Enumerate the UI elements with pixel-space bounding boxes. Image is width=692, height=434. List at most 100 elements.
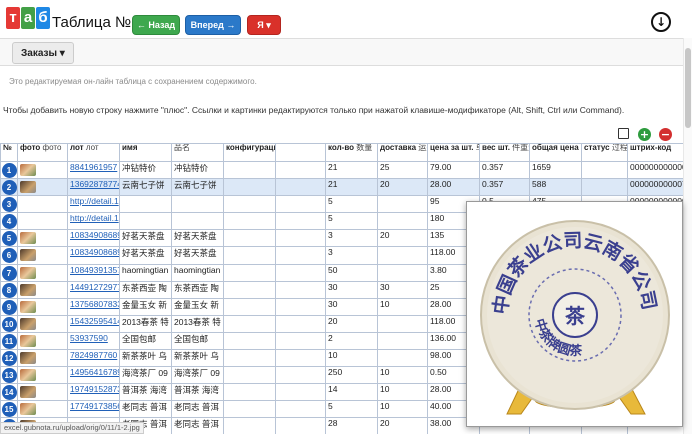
lot-link[interactable]: http://detail.1 <box>67 195 120 214</box>
product-thumbnail[interactable] <box>20 317 36 330</box>
row-number-badge[interactable]: 1 <box>1 163 17 178</box>
save-icon[interactable] <box>618 128 629 139</box>
scrollbar-thumb[interactable] <box>685 48 691 128</box>
blank-cell[interactable] <box>275 280 326 299</box>
back-button[interactable]: ← Назад <box>132 15 180 35</box>
price-cell[interactable]: 28.00 <box>427 178 480 197</box>
lot-link[interactable]: 13692878774 <box>67 178 120 197</box>
name-cn-cell[interactable]: 金量玉女 新 <box>171 297 224 316</box>
config-cell[interactable] <box>223 195 276 214</box>
lot-link[interactable]: 7824987760 <box>67 349 120 368</box>
product-thumbnail[interactable] <box>20 266 36 279</box>
user-menu-button[interactable]: Я ▾ <box>247 15 281 35</box>
col-header-qty[interactable]: кол-во 数量 <box>325 143 378 162</box>
lot-link[interactable]: 10834908689 <box>67 229 120 248</box>
name-cell[interactable]: 金量玉女 新 <box>119 297 172 316</box>
qty-cell[interactable]: 3 <box>325 229 378 248</box>
blank-cell[interactable] <box>275 331 326 351</box>
col-header-lot[interactable]: лот лот <box>67 143 120 162</box>
row-number-badge[interactable]: 5 <box>1 231 17 246</box>
product-thumbnail[interactable] <box>20 181 36 194</box>
name-cn-cell[interactable]: 全国包邮 <box>171 331 224 351</box>
blank-cell[interactable] <box>275 349 326 368</box>
config-cell[interactable] <box>223 246 276 265</box>
photo-cell[interactable] <box>17 263 68 282</box>
photo-cell[interactable] <box>17 195 68 214</box>
config-cell[interactable] <box>223 178 276 197</box>
delivery-cell[interactable]: 20 <box>377 417 428 434</box>
product-thumbnail[interactable] <box>20 232 36 245</box>
photo-cell[interactable] <box>17 280 68 299</box>
name-cell[interactable]: 2013春茶 特 <box>119 314 172 333</box>
table-row[interactable]: 2 13692878774 云南七子饼 云南七子饼 21 20 28.00 0.357 588 0… <box>0 178 683 197</box>
col-header-status[interactable]: статус 过程 <box>581 143 628 162</box>
row-number[interactable]: 13 <box>0 366 18 385</box>
photo-cell[interactable] <box>17 297 68 316</box>
lot-link[interactable]: 13756807833 <box>67 297 120 316</box>
delivery-cell[interactable] <box>377 331 428 351</box>
blank-cell[interactable] <box>275 246 326 265</box>
name-cell[interactable]: 好茗天茶盘 <box>119 246 172 265</box>
lot-link[interactable]: 14956416789 <box>67 366 120 385</box>
lot-link[interactable]: 19749152873 <box>67 383 120 402</box>
config-cell[interactable] <box>223 417 276 434</box>
col-header-barcode[interactable]: штрих-код <box>627 143 683 162</box>
name-cell[interactable]: 老同志 普洱 <box>119 400 172 419</box>
col-header-config[interactable]: конфигурация 規格 <box>223 143 276 162</box>
photo-cell[interactable] <box>17 349 68 368</box>
delivery-cell[interactable] <box>377 349 428 368</box>
config-cell[interactable] <box>223 400 276 419</box>
name-cn-cell[interactable] <box>171 212 224 231</box>
photo-cell[interactable] <box>17 400 68 419</box>
name-cn-cell[interactable]: 好茗天茶盘 <box>171 229 224 248</box>
name-cell[interactable]: 普洱茶 海湾 <box>119 383 172 402</box>
lot-link[interactable]: 10849391357 <box>67 263 120 282</box>
config-cell[interactable] <box>223 297 276 316</box>
product-thumbnail[interactable] <box>20 352 36 365</box>
blank-cell[interactable] <box>275 383 326 402</box>
page-scrollbar[interactable] <box>683 38 692 434</box>
product-thumbnail[interactable] <box>20 403 36 416</box>
qty-cell[interactable]: 20 <box>325 314 378 333</box>
qty-cell[interactable]: 250 <box>325 366 378 385</box>
row-number-badge[interactable]: 12 <box>1 351 17 366</box>
row-number[interactable]: 7 <box>0 263 18 282</box>
delivery-cell[interactable]: 30 <box>377 280 428 299</box>
name-cn-cell[interactable]: 老同志 普洱 <box>171 417 224 434</box>
name-cn-cell[interactable]: 海湾茶厂 09 <box>171 366 224 385</box>
qty-cell[interactable]: 5 <box>325 400 378 419</box>
blank-cell[interactable] <box>275 366 326 385</box>
row-number[interactable]: 8 <box>0 280 18 299</box>
col-header-weight[interactable]: вес шт. 件重量 <box>479 143 530 162</box>
row-number-badge[interactable]: 9 <box>1 299 17 315</box>
lot-link[interactable]: 10834908689 <box>67 246 120 265</box>
qty-cell[interactable]: 28 <box>325 417 378 434</box>
col-header-price[interactable]: цена за шт. 单价 <box>427 143 480 162</box>
qty-cell[interactable]: 10 <box>325 349 378 368</box>
name-cell[interactable]: 云南七子饼 <box>119 178 172 197</box>
config-cell[interactable] <box>223 212 276 231</box>
product-thumbnail[interactable] <box>20 386 36 399</box>
blank-cell[interactable] <box>275 212 326 231</box>
row-number[interactable]: 2 <box>0 178 18 197</box>
photo-cell[interactable] <box>17 212 68 231</box>
qty-cell[interactable]: 5 <box>325 212 378 231</box>
photo-cell[interactable] <box>17 366 68 385</box>
config-cell[interactable] <box>223 160 276 180</box>
delivery-cell[interactable]: 10 <box>377 383 428 402</box>
total-cell[interactable]: 588 <box>529 178 582 197</box>
name-cell[interactable]: 好茗天茶盘 <box>119 229 172 248</box>
lot-link[interactable]: 17749173856 <box>67 400 120 419</box>
row-number-badge[interactable]: 2 <box>1 180 17 195</box>
config-cell[interactable] <box>223 263 276 282</box>
col-header-photo[interactable]: фото фото <box>17 143 68 162</box>
blank-cell[interactable] <box>275 297 326 316</box>
qty-cell[interactable]: 50 <box>325 263 378 282</box>
col-header-name[interactable]: имя <box>119 143 172 162</box>
blank-cell[interactable] <box>275 229 326 248</box>
delivery-cell[interactable] <box>377 195 428 214</box>
blank-cell[interactable] <box>275 314 326 333</box>
col-header-blank[interactable] <box>275 143 326 162</box>
row-number-badge[interactable]: 7 <box>1 265 17 281</box>
col-header-delivery[interactable]: доставка 运费 <box>377 143 428 162</box>
